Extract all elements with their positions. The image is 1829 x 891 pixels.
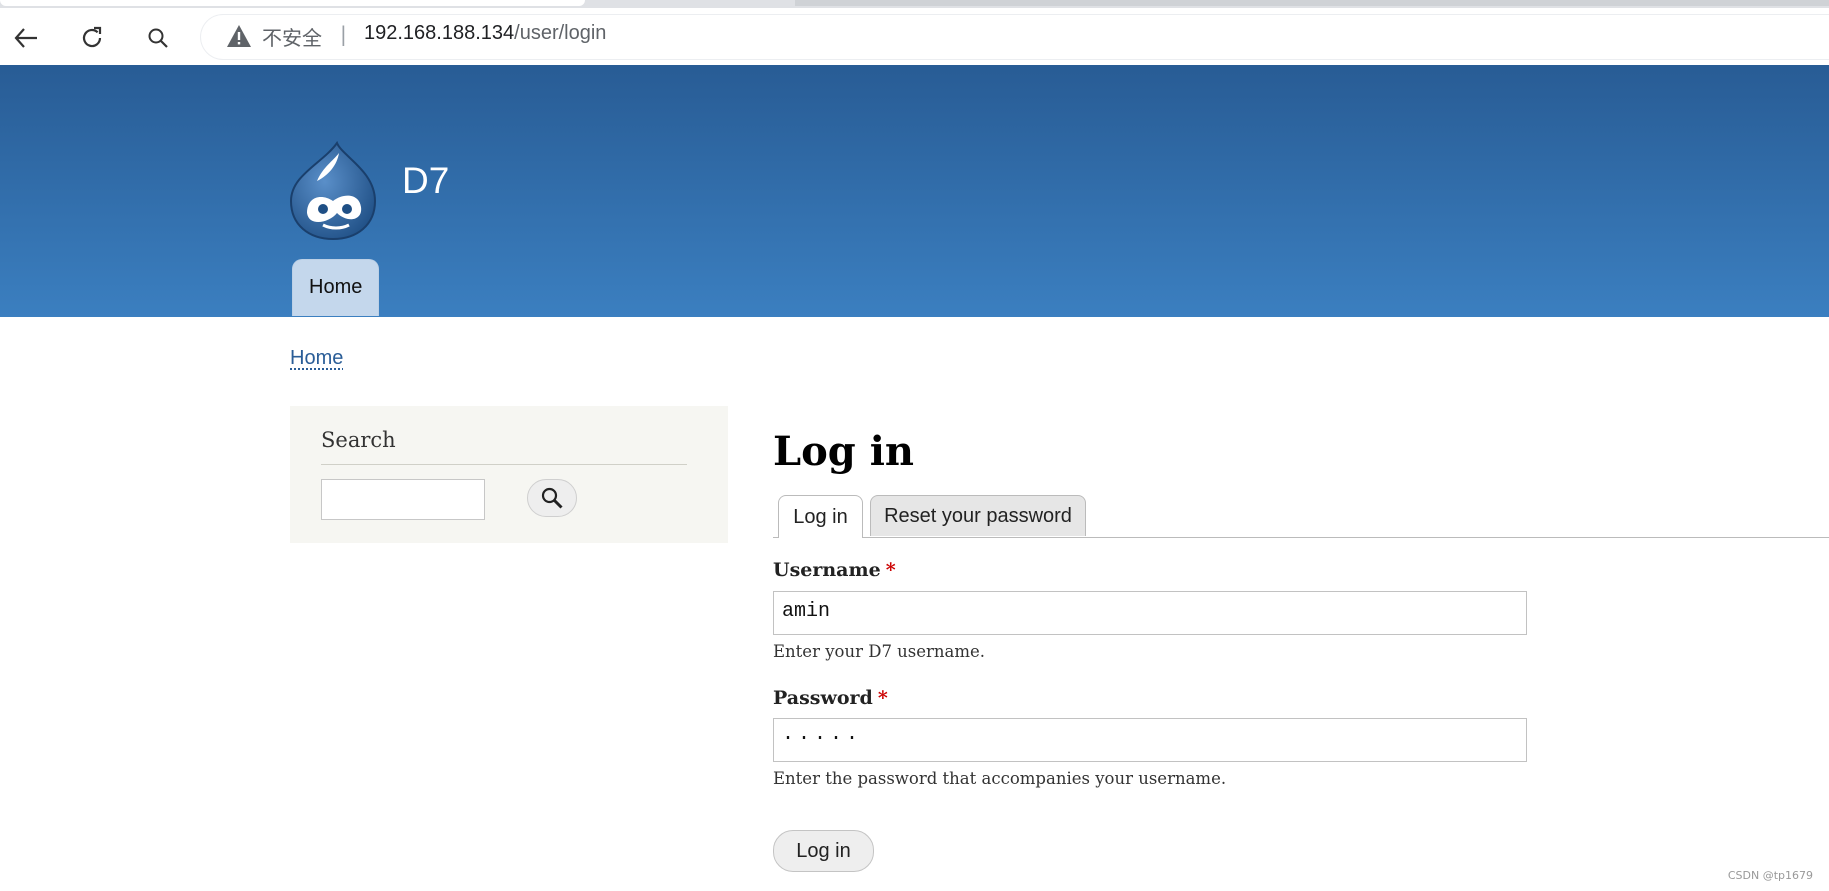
username-label-text: Username bbox=[773, 559, 881, 581]
reload-icon bbox=[82, 26, 102, 48]
login-submit-button[interactable]: Log in bbox=[773, 830, 874, 872]
url-path: /user/login bbox=[514, 22, 607, 44]
browser-tab-other[interactable] bbox=[795, 0, 1829, 6]
menu-item-home[interactable]: Home bbox=[292, 259, 380, 316]
breadcrumb-home-link[interactable]: Home bbox=[290, 347, 343, 370]
search-submit-button[interactable] bbox=[527, 479, 577, 517]
required-marker: * bbox=[877, 687, 888, 709]
site-name[interactable]: D7 bbox=[402, 160, 449, 202]
browser-search-button[interactable] bbox=[142, 22, 174, 54]
address-url[interactable]: 192.168.188.134/user/login bbox=[364, 22, 606, 45]
search-input[interactable] bbox=[321, 479, 485, 520]
back-arrow-icon bbox=[14, 28, 37, 48]
page-title: Log in bbox=[773, 428, 914, 475]
drupal-logo-icon[interactable] bbox=[287, 141, 379, 241]
watermark: CSDN @tp1679 bbox=[1727, 869, 1813, 882]
primary-tabs: Log in Reset your password bbox=[773, 495, 1829, 538]
url-host: 192.168.188.134 bbox=[364, 22, 515, 44]
password-field[interactable]: ····· bbox=[773, 718, 1527, 762]
browser-tabstrip bbox=[0, 0, 1829, 8]
browser-tab-active[interactable] bbox=[0, 0, 585, 6]
warning-icon[interactable] bbox=[226, 24, 252, 48]
password-label-text: Password bbox=[773, 687, 873, 709]
password-description: Enter the password that accompanies your… bbox=[773, 769, 1227, 788]
tab-log-in[interactable]: Log in bbox=[778, 495, 863, 538]
divider bbox=[321, 464, 687, 465]
password-label: Password * bbox=[773, 687, 888, 709]
search-block-title: Search bbox=[321, 428, 396, 452]
search-icon bbox=[148, 28, 168, 48]
browser-toolbar: 不安全 | 192.168.188.134/user/login bbox=[0, 8, 1829, 65]
tab-reset-password[interactable]: Reset your password bbox=[870, 495, 1086, 536]
username-label: Username * bbox=[773, 559, 896, 581]
sidebar-search-block: Search bbox=[290, 406, 728, 543]
reload-button[interactable] bbox=[76, 22, 108, 54]
magnifier-icon bbox=[541, 487, 563, 509]
address-separator: | bbox=[340, 22, 347, 46]
insecure-label[interactable]: 不安全 bbox=[262, 22, 322, 51]
username-field[interactable]: amin bbox=[773, 591, 1527, 635]
main-menu: Home bbox=[292, 259, 380, 316]
required-marker: * bbox=[885, 559, 896, 581]
back-button[interactable] bbox=[10, 22, 42, 54]
site-header: D7 Home bbox=[0, 65, 1829, 317]
username-description: Enter your D7 username. bbox=[773, 642, 986, 661]
